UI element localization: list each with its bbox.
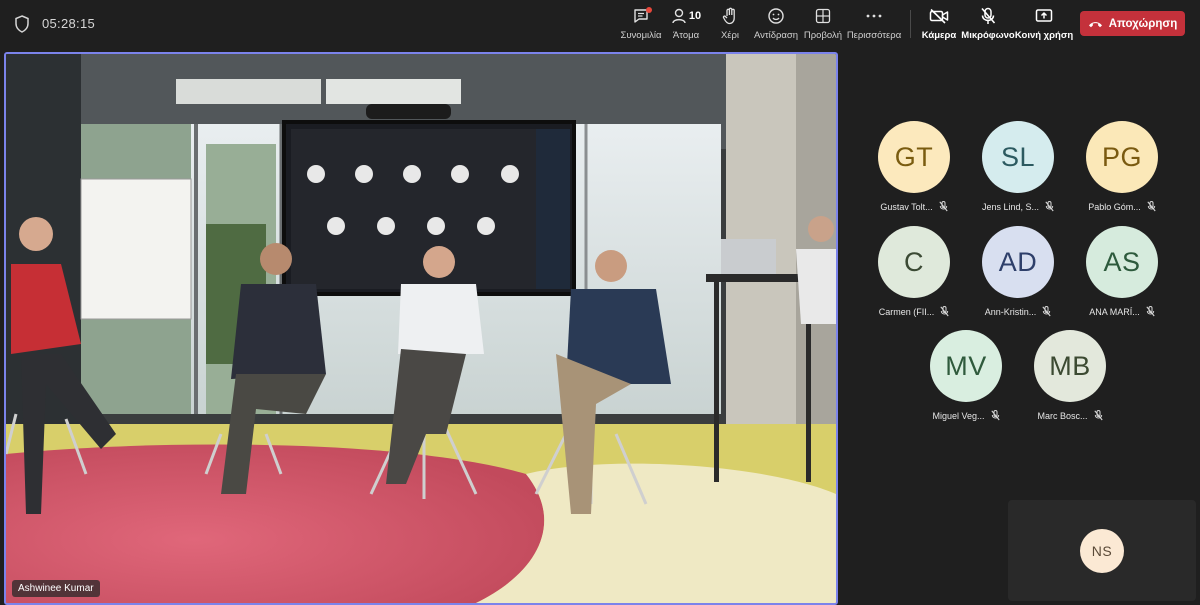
avatar: MB	[1034, 330, 1106, 402]
camera-button[interactable]: Κάμερα	[922, 6, 956, 44]
avatar: PG	[1086, 121, 1158, 193]
participant-tile[interactable]: MV Miguel Veg...	[914, 330, 1018, 430]
mic-muted-icon	[1042, 306, 1051, 317]
main-video-feed[interactable]: Ashwinee Kumar	[4, 52, 838, 605]
panel-discussion-video	[6, 54, 836, 603]
mic-muted-icon	[1045, 201, 1054, 212]
avatar: GT	[878, 121, 950, 193]
participant-tile[interactable]: GT Gustav Tolt...	[862, 121, 966, 221]
participant-name: Miguel Veg...	[932, 410, 985, 421]
participant-tile[interactable]: SL Jens Lind, S...	[966, 121, 1070, 221]
avatar: AS	[1086, 226, 1158, 298]
microphone-button[interactable]: Μικρόφωνο	[961, 6, 1015, 44]
hang-up-icon	[1088, 21, 1102, 27]
more-button[interactable]: Περισσότερα	[846, 6, 902, 44]
leave-button[interactable]: Αποχώρηση	[1080, 11, 1185, 36]
self-view-tile[interactable]: NS	[1008, 500, 1196, 601]
toolbar-divider	[910, 10, 911, 38]
participant-name: Pablo Góm...	[1088, 201, 1141, 212]
avatar: C	[878, 226, 950, 298]
view-button[interactable]: Προβολή	[804, 6, 842, 44]
participant-name: Marc Bosc...	[1037, 410, 1088, 421]
participant-name: ANA MARÍ...	[1089, 306, 1140, 317]
participant-name: Ann-Kristin...	[984, 306, 1037, 317]
participant-name: Jens Lind, S...	[981, 201, 1040, 212]
unread-dot	[646, 7, 652, 13]
participant-tile[interactable]: AS ANA MARÍ...	[1070, 226, 1174, 326]
smiley-icon	[768, 8, 784, 24]
ellipsis-icon	[866, 14, 882, 18]
participant-name: Gustav Tolt...	[880, 201, 933, 212]
people-icon	[672, 8, 686, 24]
participant-tile[interactable]: PG Pablo Góm...	[1070, 121, 1174, 221]
mic-muted-icon	[939, 201, 948, 212]
meeting-timer: 05:28:15	[42, 16, 96, 31]
avatar: AD	[982, 226, 1054, 298]
avatar: SL	[982, 121, 1054, 193]
participant-name: Carmen (FII...	[878, 306, 935, 317]
hand-icon	[722, 7, 735, 25]
layout-icon	[815, 8, 831, 24]
shield-icon	[15, 15, 29, 33]
participant-tile[interactable]: MB Marc Bosc...	[1018, 330, 1122, 430]
participant-tile[interactable]: AD Ann-Kristin...	[966, 226, 1070, 326]
react-button[interactable]: Αντίδραση	[754, 6, 798, 44]
people-button[interactable]: 10 Άτομα	[670, 6, 702, 44]
chat-button[interactable]: Συνομιλία	[620, 6, 662, 44]
self-avatar: NS	[1080, 528, 1124, 573]
mic-muted-icon	[940, 306, 949, 317]
camera-off-icon	[929, 8, 949, 24]
mic-off-icon	[981, 7, 996, 24]
meeting-toolbar: 05:28:15 Συνομιλία 10 Άτομα Χέρι Αντίδρα…	[0, 0, 1200, 48]
share-button[interactable]: Κοινή χρήση	[1015, 6, 1073, 44]
share-screen-icon	[1035, 9, 1053, 22]
raise-hand-button[interactable]: Χέρι	[716, 6, 744, 44]
mic-muted-icon	[1093, 410, 1103, 421]
mic-muted-icon	[990, 410, 1000, 421]
speaker-name-badge: Ashwinee Kumar	[12, 580, 100, 597]
mic-muted-icon	[1147, 201, 1156, 212]
avatar: MV	[930, 330, 1002, 402]
participant-tile[interactable]: C Carmen (FII...	[862, 226, 966, 326]
mic-muted-icon	[1146, 306, 1155, 317]
